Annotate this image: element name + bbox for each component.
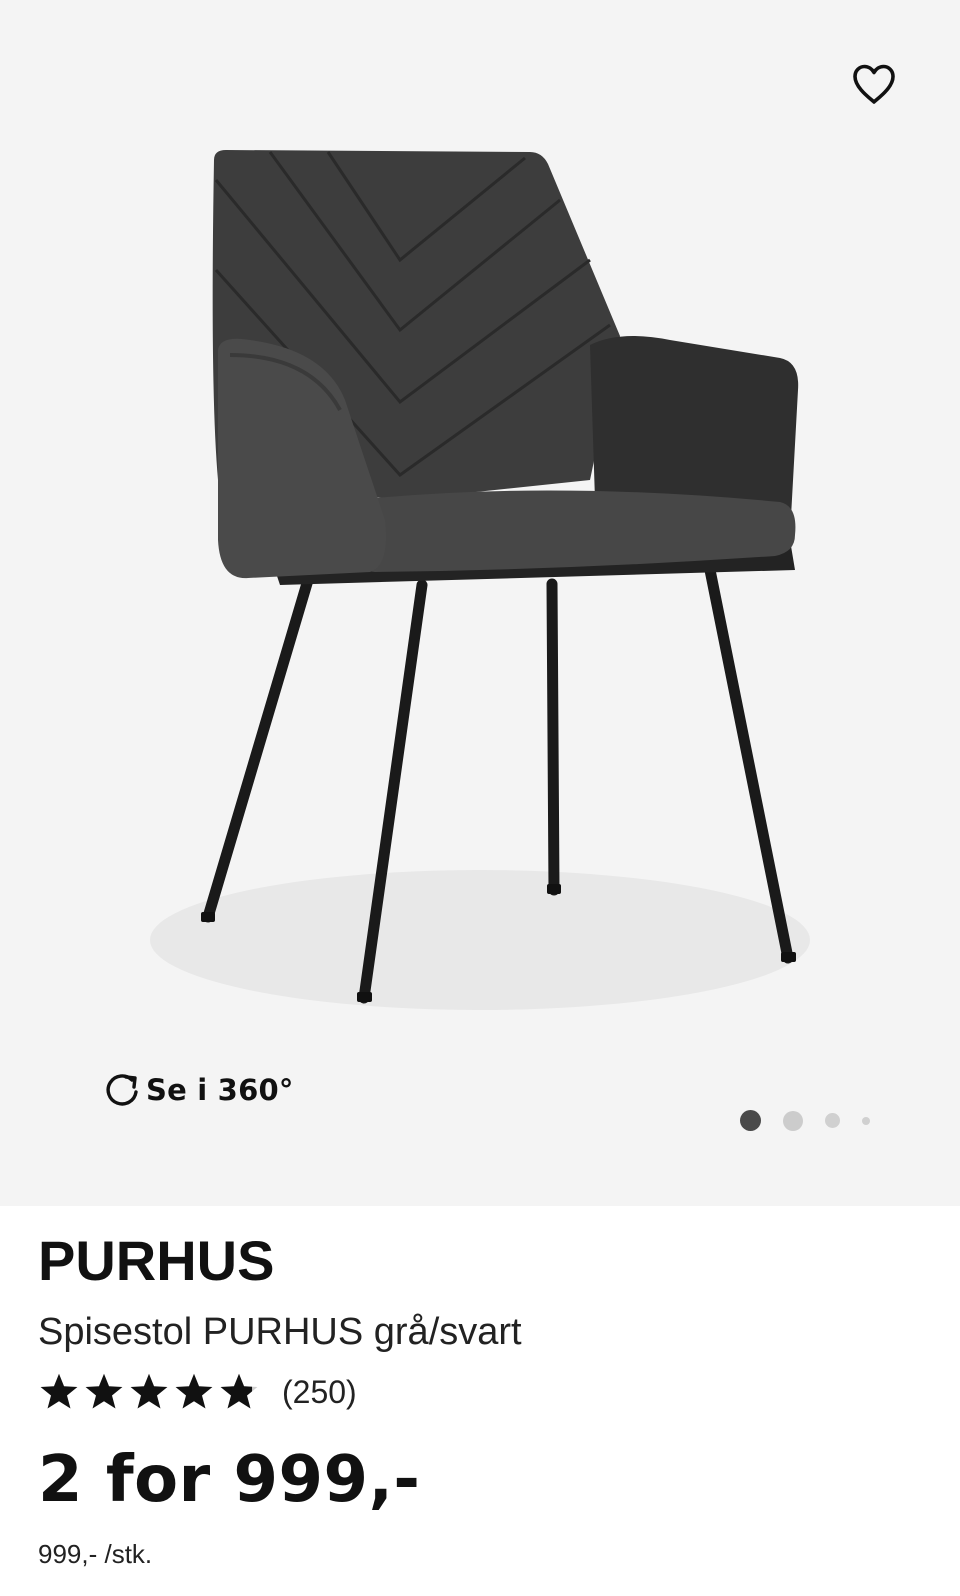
product-image-gallery[interactable]: Se i 360° xyxy=(0,0,960,1206)
view-360-label: Se i 360° xyxy=(146,1073,294,1107)
rating-stars xyxy=(38,1372,260,1412)
product-price: 2 for 999,- xyxy=(38,1443,421,1517)
star-icon xyxy=(40,1373,78,1409)
pagination-dot-active[interactable] xyxy=(740,1110,761,1131)
product-brand: PURHUS xyxy=(38,1229,275,1292)
pagination-dot[interactable] xyxy=(825,1113,840,1128)
pagination-dot[interactable] xyxy=(783,1110,803,1131)
floor-shadow xyxy=(150,870,810,1010)
rating-count[interactable]: (250) xyxy=(282,1374,357,1411)
product-rating[interactable]: (250) xyxy=(38,1370,918,1414)
heart-outline-icon xyxy=(853,64,895,104)
star-icon xyxy=(85,1373,123,1409)
pagination-dot[interactable] xyxy=(862,1116,870,1125)
star-partial-icon xyxy=(220,1373,258,1409)
product-subtitle[interactable]: Spisestol PURHUS grå/svart xyxy=(38,1308,918,1356)
product-info: PURHUS Spisestol PURHUS grå/svart (250) … xyxy=(38,1226,918,1570)
rotate-icon xyxy=(106,1074,138,1106)
unit-price: 999,- /stk. xyxy=(38,1539,153,1569)
star-icon xyxy=(175,1373,213,1409)
favorite-button[interactable] xyxy=(846,56,902,112)
product-image xyxy=(150,150,810,1010)
gallery-pagination xyxy=(740,1110,870,1131)
star-icon xyxy=(130,1373,168,1409)
view-360-button[interactable]: Se i 360° xyxy=(102,1070,294,1110)
